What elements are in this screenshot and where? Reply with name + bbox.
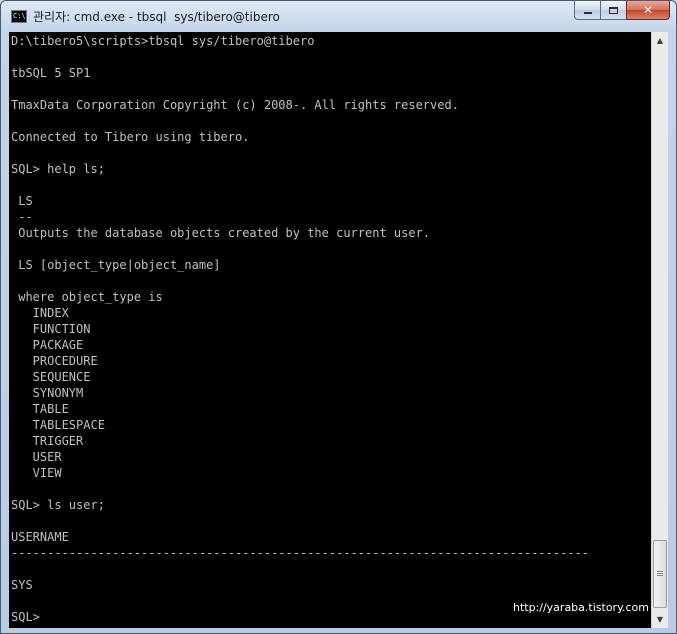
scrollbar-thumb[interactable] xyxy=(653,540,667,608)
console-line: TRIGGER xyxy=(11,434,84,448)
console-output[interactable]: D:\tibero5\scripts>tbsql sys/tibero@tibe… xyxy=(9,32,651,628)
scroll-up-button[interactable]: ▲ xyxy=(652,32,668,49)
minimize-button[interactable] xyxy=(574,1,600,20)
vertical-scrollbar[interactable]: ▲ ▼ xyxy=(651,32,668,628)
console-line: PACKAGE xyxy=(11,338,84,352)
close-button[interactable]: ✕ xyxy=(626,1,670,20)
thumb-grip xyxy=(657,571,663,572)
console-line: LS xyxy=(11,194,33,208)
console-line: USERNAME xyxy=(11,530,69,544)
console-line: SQL> ls user; xyxy=(11,498,105,512)
console-line: USER xyxy=(11,450,62,464)
console-line: Outputs the database objects created by … xyxy=(11,226,431,240)
console-line: TABLE xyxy=(11,402,69,416)
cmd-window: C:\ 관리자: cmd.exe - tbsql sys/tibero@tibe… xyxy=(0,0,677,634)
maximize-icon xyxy=(609,6,618,14)
close-icon: ✕ xyxy=(642,3,654,17)
console-lines: D:\tibero5\scripts>tbsql sys/tibero@tibe… xyxy=(11,33,651,625)
console-line: VIEW xyxy=(11,466,62,480)
minimize-icon xyxy=(583,12,592,14)
console-line: tbSQL 5 SP1 xyxy=(11,66,91,80)
console-line: SYS xyxy=(11,578,33,592)
console-line: SEQUENCE xyxy=(11,370,91,384)
console-line: SYNONYM xyxy=(11,386,84,400)
thumb-grip xyxy=(657,575,663,576)
console-line: FUNCTION xyxy=(11,322,91,336)
window-title: 관리자: cmd.exe - tbsql sys/tibero@tibero xyxy=(33,10,280,24)
cmd-icon[interactable]: C:\ xyxy=(11,10,27,23)
console-line: TmaxData Corporation Copyright (c) 2008-… xyxy=(11,98,459,112)
scroll-up-arrow-icon: ▲ xyxy=(656,36,664,45)
console-line: D:\tibero5\scripts>tbsql sys/tibero@tibe… xyxy=(11,34,315,48)
thumb-grip xyxy=(657,573,663,574)
console-line: PROCEDURE xyxy=(11,354,98,368)
maximize-button[interactable] xyxy=(600,1,626,20)
title-bar[interactable]: C:\ 관리자: cmd.exe - tbsql sys/tibero@tibe… xyxy=(1,1,676,31)
console-line: LS [object_type|object_name] xyxy=(11,258,221,272)
scroll-down-arrow-icon: ▼ xyxy=(656,615,664,624)
scroll-down-button[interactable]: ▼ xyxy=(652,611,668,628)
console-line: TABLESPACE xyxy=(11,418,105,432)
watermark-text: http://yaraba.tistory.com xyxy=(512,601,649,614)
console-line: SQL> help ls; xyxy=(11,162,105,176)
console-line: ----------------------------------------… xyxy=(11,546,589,560)
console-line: INDEX xyxy=(11,306,69,320)
caption-buttons: ✕ xyxy=(574,1,670,21)
console-line: where object_type is xyxy=(11,290,163,304)
console-line: -- xyxy=(11,210,33,224)
console-line: Connected to Tibero using tibero. xyxy=(11,130,250,144)
